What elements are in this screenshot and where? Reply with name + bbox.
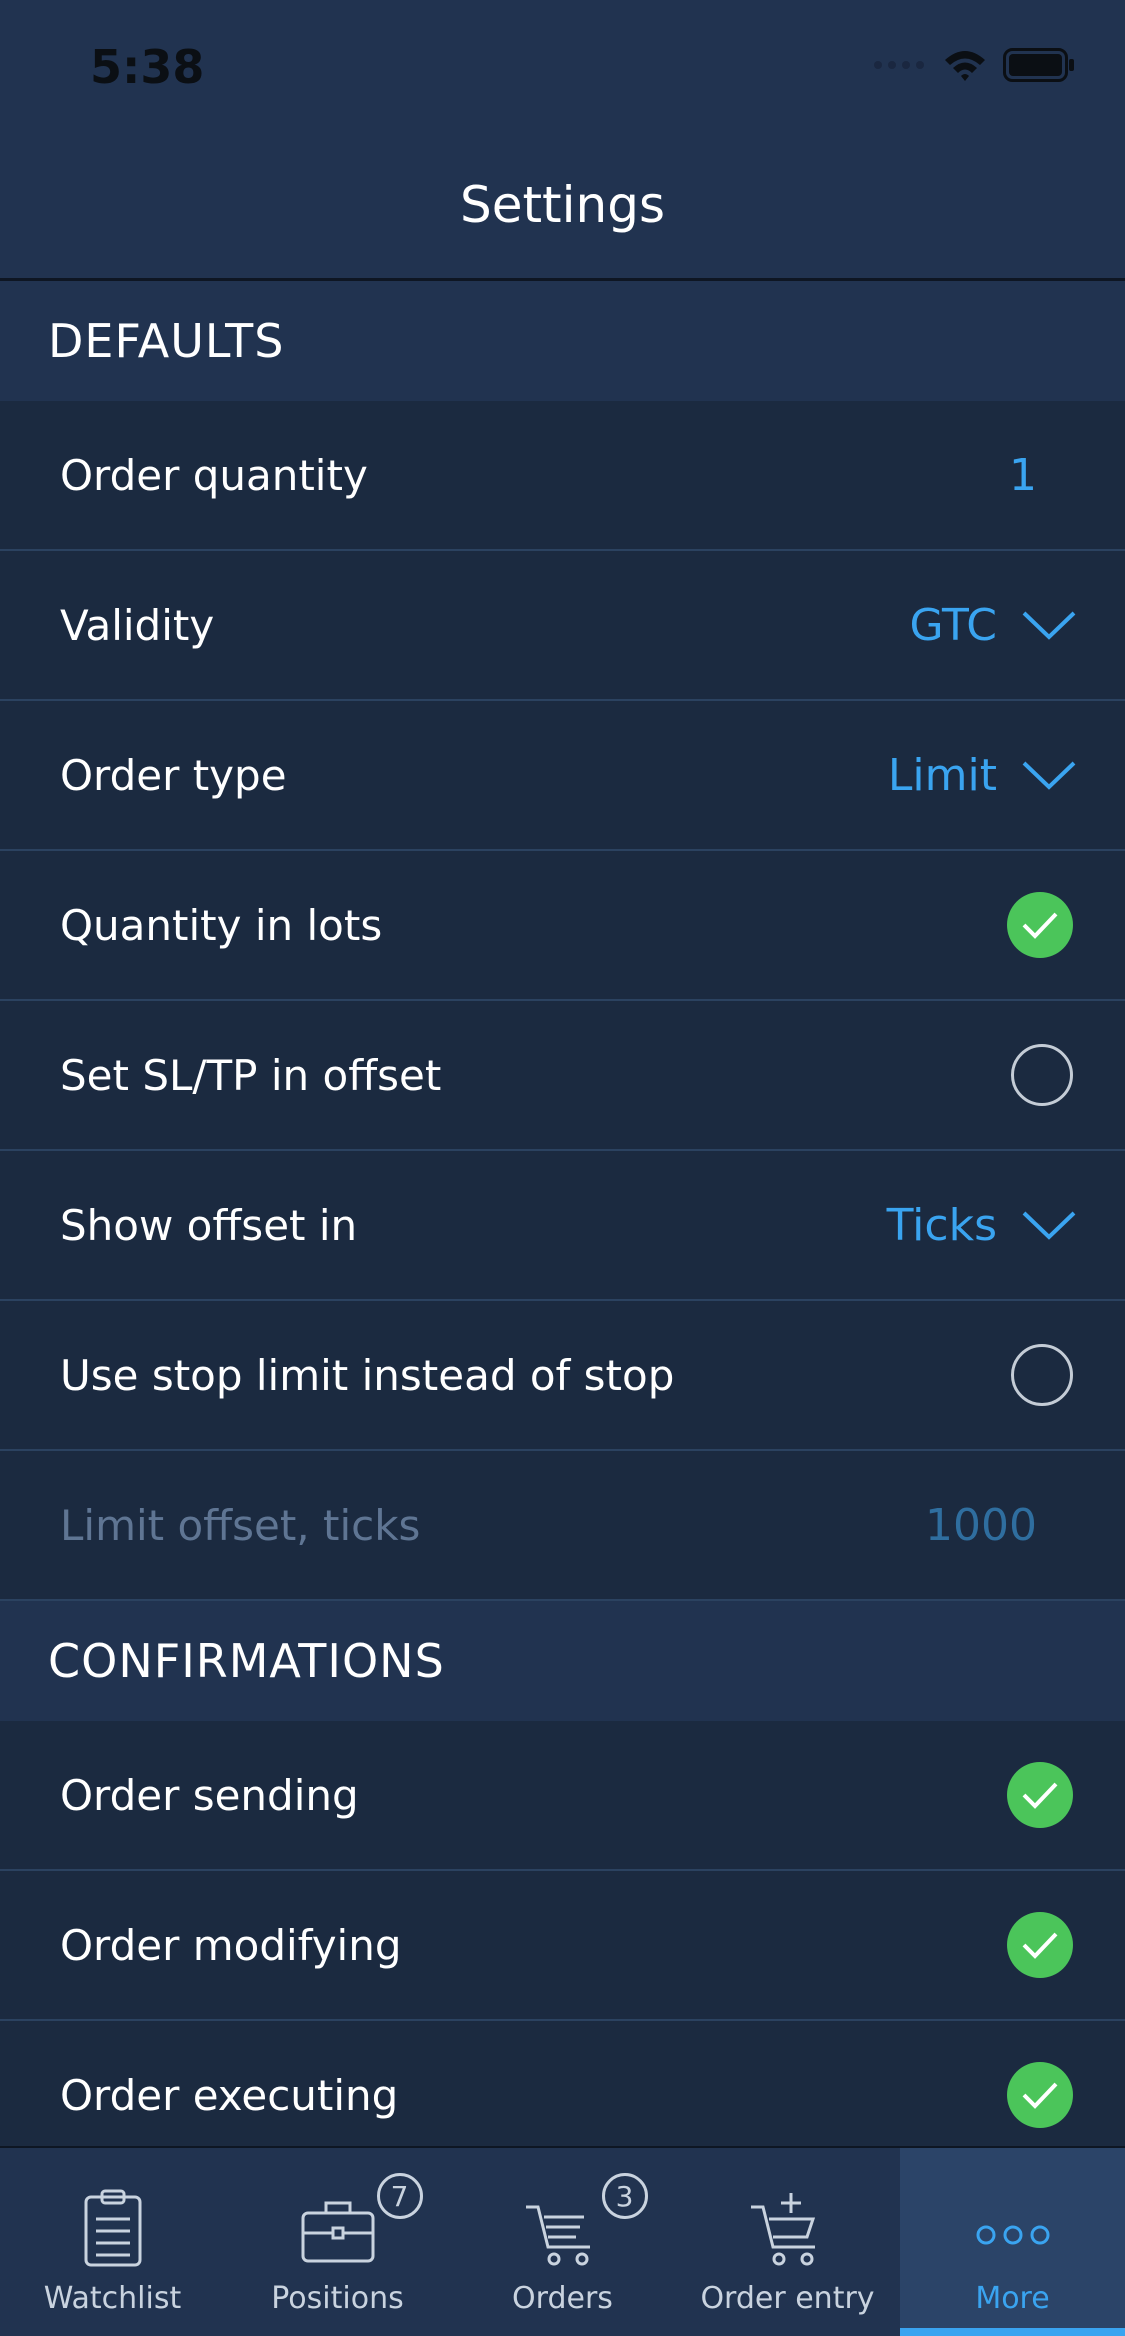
setting-label: Set SL/TP in offset	[60, 1050, 442, 1100]
tab-more[interactable]: More	[900, 2148, 1125, 2336]
status-icons	[873, 48, 1075, 82]
show-offset-dropdown[interactable]: Ticks	[887, 1200, 1077, 1251]
show-offset-value: Ticks	[886, 1199, 997, 1251]
tab-watchlist[interactable]: Watchlist	[0, 2148, 225, 2336]
cart-add-icon	[743, 2183, 833, 2273]
validity-value: GTC	[909, 599, 997, 651]
setting-label: Validity	[60, 600, 215, 650]
orders-count-badge: 3	[601, 2173, 648, 2219]
section-header-confirmations: CONFIRMATIONS	[0, 1601, 1125, 1721]
tab-label: Positions	[271, 2281, 404, 2316]
positions-count-badge: 7	[376, 2173, 423, 2219]
unchecked-circle-icon[interactable]	[1011, 1044, 1073, 1106]
order-type-dropdown[interactable]: Limit	[888, 750, 1077, 801]
tab-bar: Watchlist 7 Positions 3 Orders Order ent…	[0, 2146, 1125, 2336]
chevron-down-icon	[1022, 1211, 1076, 1240]
unchecked-circle-icon[interactable]	[1011, 1344, 1073, 1406]
status-bar: 5:38	[0, 0, 1125, 132]
setting-row-show-offset-in[interactable]: Show offset in Ticks	[0, 1151, 1125, 1301]
chevron-down-icon	[1022, 611, 1076, 640]
setting-label: Order type	[60, 750, 287, 800]
section-title: CONFIRMATIONS	[48, 1634, 445, 1688]
limit-offset-value: 1000	[925, 1499, 1037, 1551]
setting-row-validity[interactable]: Validity GTC	[0, 551, 1125, 701]
more-dots-icon	[968, 2183, 1058, 2273]
page-title: Settings	[459, 176, 666, 234]
section-header-defaults: DEFAULTS	[0, 281, 1125, 401]
check-icon[interactable]	[1007, 1912, 1073, 1978]
setting-label: Order modifying	[60, 1920, 402, 1970]
battery-icon	[1003, 48, 1074, 82]
nav-bar: Settings	[0, 132, 1125, 281]
setting-row-limit-offset: Limit offset, ticks 1000	[0, 1451, 1125, 1601]
wifi-icon	[945, 51, 985, 81]
section-title: DEFAULTS	[48, 314, 285, 368]
chevron-down-icon	[1022, 761, 1076, 790]
clipboard-icon	[68, 2183, 158, 2273]
setting-row-order-sending[interactable]: Order sending	[0, 1721, 1125, 1871]
validity-dropdown[interactable]: GTC	[909, 600, 1077, 651]
setting-label: Limit offset, ticks	[60, 1500, 421, 1550]
check-icon[interactable]	[1007, 892, 1073, 958]
tab-label: Order entry	[700, 2281, 875, 2316]
setting-label: Order executing	[60, 2070, 399, 2120]
setting-row-order-modifying[interactable]: Order modifying	[0, 1871, 1125, 2021]
setting-label: Order quantity	[60, 450, 368, 500]
check-icon[interactable]	[1007, 1762, 1073, 1828]
order-type-value: Limit	[887, 749, 997, 801]
setting-row-stop-limit[interactable]: Use stop limit instead of stop	[0, 1301, 1125, 1451]
tab-orders[interactable]: 3 Orders	[450, 2148, 675, 2336]
tab-order-entry[interactable]: Order entry	[675, 2148, 900, 2336]
setting-row-order-quantity[interactable]: Order quantity 1	[0, 401, 1125, 551]
order-quantity-value[interactable]: 1	[1009, 450, 1037, 501]
setting-label: Order sending	[60, 1770, 359, 1820]
tab-label: Watchlist	[43, 2281, 182, 2316]
status-time: 5:38	[90, 40, 205, 94]
settings-list: DEFAULTS Order quantity 1 Validity GTC O…	[0, 281, 1125, 2171]
setting-label: Show offset in	[60, 1200, 358, 1250]
setting-row-sl-tp-offset[interactable]: Set SL/TP in offset	[0, 1001, 1125, 1151]
setting-label: Use stop limit instead of stop	[60, 1350, 675, 1400]
setting-row-quantity-in-lots[interactable]: Quantity in lots	[0, 851, 1125, 1001]
briefcase-icon: 7	[293, 2173, 423, 2273]
tab-label: More	[975, 2281, 1050, 2316]
signal-icon	[874, 61, 924, 69]
check-icon[interactable]	[1007, 2062, 1073, 2128]
tab-positions[interactable]: 7 Positions	[225, 2148, 450, 2336]
setting-label: Quantity in lots	[60, 900, 383, 950]
setting-row-order-type[interactable]: Order type Limit	[0, 701, 1125, 851]
tab-label: Orders	[512, 2281, 613, 2316]
cart-icon: 3	[518, 2173, 648, 2273]
